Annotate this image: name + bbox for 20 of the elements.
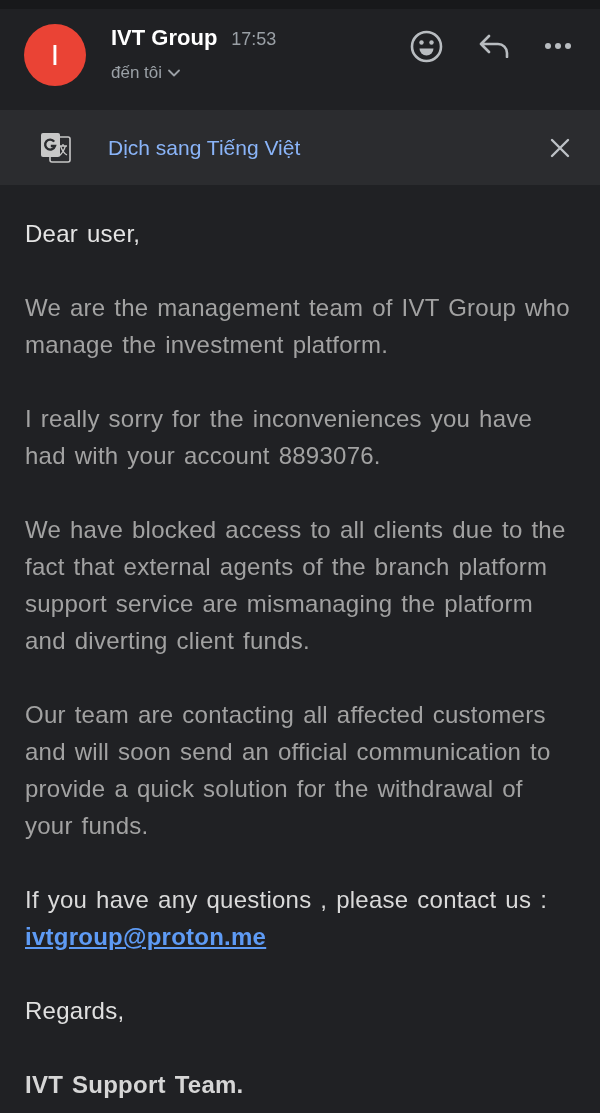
signature-text: IVT Support Team.	[25, 1070, 245, 1100]
email-link[interactable]: ivtgroup@proton.me	[25, 923, 267, 950]
sender-name: IVT Group	[111, 24, 218, 52]
body-paragraph: Our team are contacting all affected customers and will soon send an official communication to provide a quick solution for the withdrawal of your funds.	[25, 700, 552, 841]
sender-avatar: I	[24, 24, 86, 86]
body-paragraph: We have blocked access to all clients due to the fact that external agents of the branch platform support service are mismanaging the platform and diverting client funds.	[25, 515, 567, 656]
chevron-down-icon[interactable]	[168, 69, 181, 77]
reply-arrow-icon[interactable]	[479, 34, 509, 58]
greeting-text: Dear user,	[25, 219, 142, 249]
recipient-label[interactable]: đến tôi	[111, 61, 163, 85]
closing-text: Regards,	[25, 996, 126, 1026]
more-options-icon[interactable]	[545, 43, 571, 49]
close-icon[interactable]	[550, 137, 570, 158]
translate-icon	[40, 132, 71, 163]
body-paragraph: We are the management team of IVT Group who manage the investment platform.	[25, 293, 571, 360]
body-paragraph: I really sorry for the inconveniences you have had with your account 8893076.	[25, 404, 534, 471]
translate-link[interactable]: Dịch sang Tiếng Việt	[108, 131, 301, 164]
sent-time: 17:53	[231, 28, 277, 51]
emoji-smiley-icon[interactable]	[410, 29, 443, 63]
contact-text: If you have any questions , please contact us :	[25, 886, 548, 913]
